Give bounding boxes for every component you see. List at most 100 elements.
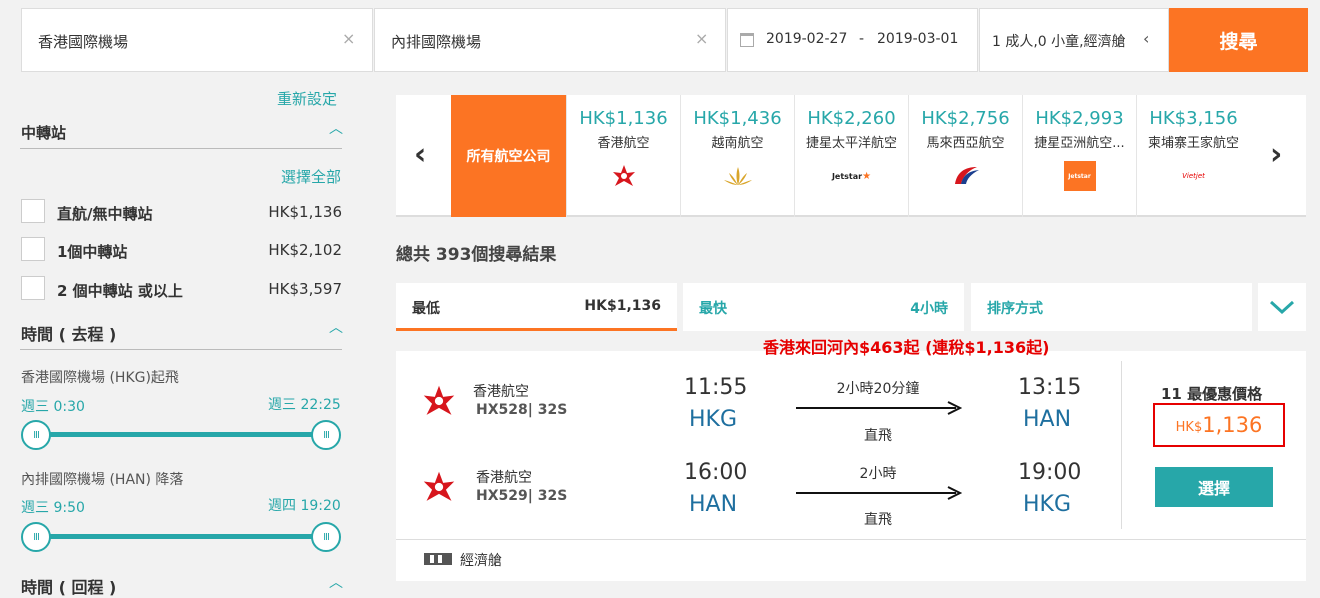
checkbox-two-stops[interactable]: [21, 276, 45, 300]
chevron-up-icon[interactable]: ︿: [329, 118, 343, 138]
depart-max-time: 週三 22:25: [268, 397, 341, 413]
airline-price: HK$1,136: [579, 108, 668, 129]
inbound-depart-time: 16:00: [684, 460, 748, 485]
inbound-stops: 直飛: [864, 512, 892, 528]
arrow-right-icon: [796, 401, 962, 415]
checkbox-one-stop[interactable]: [21, 237, 45, 261]
calendar-icon: [740, 33, 754, 47]
jetstar-asia-logo-icon: Jetstar: [1023, 161, 1136, 191]
arrive-slider-track: [36, 534, 326, 539]
stop-label-direct: 直航/無中轉站: [57, 205, 153, 223]
hong-kong-airlines-logo-icon: [423, 471, 455, 501]
inbound-arrive-time: 19:00: [1018, 460, 1082, 485]
inbound-flight-code: HX529| 32S: [476, 488, 568, 504]
chevron-left-icon: ‹: [1143, 29, 1150, 48]
stop-price-one: HK$2,102: [268, 241, 342, 259]
depart-slider-max-handle[interactable]: III: [311, 420, 341, 450]
divider: [20, 349, 342, 350]
airline-price: HK$2,260: [807, 108, 896, 129]
arrive-slider-min-handle[interactable]: III: [21, 522, 51, 552]
arrive-airport-label: 內排國際機場 (HAN) 降落: [21, 472, 184, 488]
cambodia-airline-logo-icon: Vietjet: [1137, 161, 1250, 191]
airline-carousel: ‹ 所有航空公司 HK$1,136 香港航空 HK$1,436 越南航空 HK$…: [396, 95, 1306, 217]
depart-slider-min-handle[interactable]: III: [21, 420, 51, 450]
sort-dropdown-button[interactable]: [1258, 283, 1306, 331]
clear-destination-icon[interactable]: ×: [695, 29, 708, 48]
clear-origin-icon[interactable]: ×: [342, 29, 355, 48]
chevron-up-icon[interactable]: ︿: [329, 572, 343, 592]
jetstar-asia-logo-text: Jetstar: [1063, 161, 1096, 191]
airline-name: 越南航空: [711, 136, 764, 151]
price-highlight-box: HK$ 1,136: [1153, 403, 1285, 447]
hong-kong-airlines-logo-icon: [567, 161, 680, 191]
passenger-value: 1 成人,0 小童,經濟艙: [992, 34, 1126, 50]
select-flight-button[interactable]: 選擇: [1155, 467, 1273, 507]
inbound-arrive-code: HKG: [1023, 492, 1072, 517]
airline-name: 柬埔寨王家航空: [1147, 136, 1239, 151]
airline-price: HK$1,436: [693, 108, 782, 129]
best-price-label: 11 最優惠價格: [1161, 385, 1263, 403]
airline-item[interactable]: HK$2,756 馬來西亞航空: [908, 95, 1022, 217]
hong-kong-airlines-logo-icon: [423, 385, 455, 415]
airline-item[interactable]: HK$3,156 柬埔寨王家航空 Vietjet: [1136, 95, 1250, 217]
inbound-duration: 2小時: [859, 466, 897, 482]
chevron-up-icon[interactable]: ︿: [329, 317, 343, 337]
all-airlines-tab[interactable]: 所有航空公司: [451, 95, 566, 217]
airline-name: 香港航空: [597, 136, 650, 151]
passenger-field[interactable]: 1 成人,0 小童,經濟艙 ‹: [979, 8, 1169, 72]
arrive-slider-max-handle[interactable]: III: [311, 522, 341, 552]
sort-tab-cheapest[interactable]: 最低 HK$1,136: [396, 283, 677, 331]
sort-tab-sort-by[interactable]: 排序方式: [971, 283, 1252, 331]
reset-link[interactable]: 重新設定: [277, 88, 337, 109]
destination-field[interactable]: 內排國際機場 ×: [374, 8, 726, 72]
destination-value: 內排國際機場: [391, 33, 482, 51]
malaysia-airlines-logo-icon: [909, 161, 1022, 191]
outbound-arrive-code: HAN: [1023, 407, 1072, 432]
outbound-stops: 直飛: [864, 428, 892, 444]
date-field[interactable]: 2019-02-27 - 2019-03-01: [727, 8, 978, 72]
cambodia-logo-text: Vietjet: [1182, 172, 1205, 180]
stop-label-two: 2 個中轉站 或以上: [57, 282, 183, 300]
arrive-min-time: 週三 9:50: [21, 500, 85, 516]
outbound-depart-code: HKG: [689, 407, 738, 432]
airline-name: 馬來西亞航空: [926, 136, 1005, 151]
airline-price: HK$2,993: [1035, 108, 1124, 129]
price-currency: HK$: [1175, 419, 1203, 435]
cabin-class-label: 經濟艙: [460, 553, 502, 569]
outbound-duration: 2小時20分鐘: [836, 381, 920, 397]
divider: [20, 148, 342, 149]
airline-item[interactable]: HK$2,260 捷星太平洋航空 Jetstar ★: [794, 95, 908, 217]
return-date: 2019-03-01: [877, 31, 959, 47]
date-separator: -: [859, 31, 865, 47]
price-divider: [1121, 361, 1122, 529]
outbound-airline-name: 香港航空: [473, 384, 529, 400]
airline-name: 捷星太平洋航空: [805, 136, 897, 151]
search-button[interactable]: 搜尋: [1169, 8, 1308, 72]
carousel-prev-icon[interactable]: ‹: [414, 137, 426, 172]
sort-tab-fastest[interactable]: 最快 4小時: [683, 283, 964, 331]
airline-item[interactable]: HK$2,993 捷星亞洲航空... Jetstar: [1022, 95, 1136, 217]
airline-price: HK$2,756: [921, 108, 1010, 129]
airline-item[interactable]: HK$1,136 香港航空: [566, 95, 680, 217]
depart-slider-track: [36, 432, 326, 437]
price-amount: 1,136: [1202, 413, 1263, 437]
outbound-flight-code: HX528| 32S: [476, 402, 568, 418]
arrive-max-time: 週四 19:20: [268, 498, 341, 514]
origin-value: 香港國際機場: [38, 33, 129, 51]
checkbox-direct[interactable]: [21, 199, 45, 223]
card-footer-divider: [396, 539, 1306, 540]
depart-airport-label: 香港國際機場 (HKG)起飛: [21, 370, 179, 386]
inbound-airline-name: 香港航空: [476, 470, 532, 486]
depart-date: 2019-02-27: [766, 31, 848, 47]
vietnam-airlines-logo-icon: [681, 161, 794, 191]
stop-price-direct: HK$1,136: [268, 203, 342, 221]
origin-field[interactable]: 香港國際機場 ×: [21, 8, 373, 72]
depart-min-time: 週三 0:30: [21, 399, 85, 415]
seat-icon: [424, 553, 452, 565]
sort-tab-label: 最快: [699, 301, 727, 317]
select-all-link[interactable]: 選擇全部: [281, 166, 341, 187]
outbound-arrive-time: 13:15: [1018, 375, 1082, 400]
sort-tab-label: 最低: [412, 301, 440, 317]
carousel-next-icon[interactable]: ›: [1270, 137, 1282, 172]
airline-item[interactable]: HK$1,436 越南航空: [680, 95, 794, 217]
